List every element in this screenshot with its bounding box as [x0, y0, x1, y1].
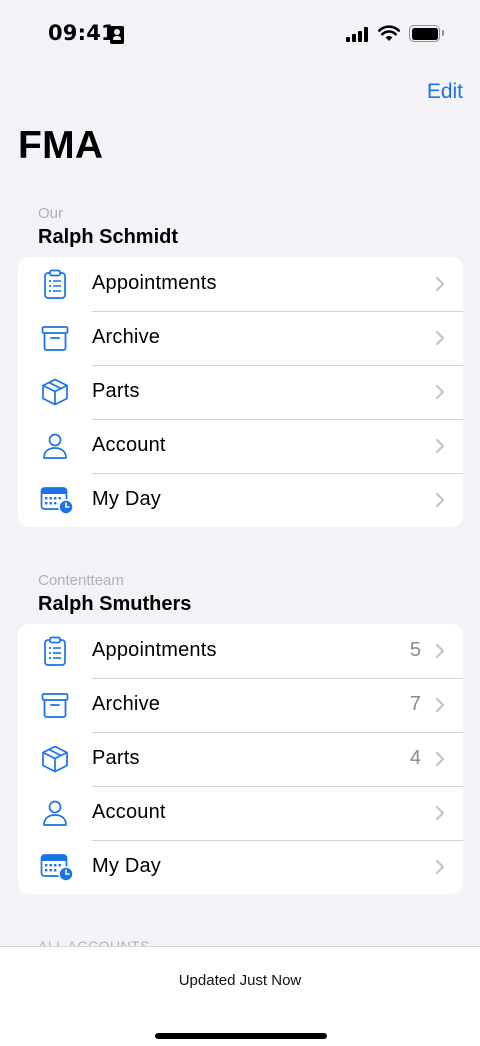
menu-row-parts[interactable]: Parts 4 [18, 732, 463, 786]
person-badge-icon [110, 26, 124, 44]
row-label: Archive [92, 326, 161, 348]
person-icon [40, 798, 70, 828]
bottom-toolbar: Updated Just Now [0, 946, 480, 1046]
chevron-right-icon [435, 438, 445, 454]
section-title: Ralph Smuthers [38, 593, 192, 615]
calendar-clock-icon [40, 485, 74, 515]
row-count: 4 [409, 747, 421, 769]
row-label: My Day [92, 488, 161, 510]
row-label: Account [92, 801, 166, 823]
page-title: FMA [18, 124, 104, 167]
clipboard-list-icon [40, 636, 70, 666]
account-menu-card: Appointments 5 Archive 7 Parts 4 Account… [18, 624, 463, 894]
row-label: Appointments [92, 272, 217, 294]
clipboard-list-icon [40, 269, 70, 299]
chevron-right-icon [435, 330, 445, 346]
menu-row-my-day[interactable]: My Day [18, 473, 463, 527]
row-label: Account [92, 434, 166, 456]
battery-icon [409, 25, 444, 42]
package-cube-icon [40, 377, 70, 407]
archive-box-icon [40, 323, 70, 353]
menu-row-account[interactable]: Account [18, 419, 463, 473]
account-menu-card: Appointments Archive Parts Account My Da… [18, 257, 463, 527]
chevron-right-icon [435, 697, 445, 713]
chevron-right-icon [435, 492, 445, 508]
wifi-icon [378, 25, 400, 41]
package-cube-icon [40, 744, 70, 774]
section-caption: Contentteam [38, 572, 124, 589]
home-indicator[interactable] [155, 1033, 327, 1039]
row-label: Parts [92, 380, 140, 402]
section-caption: Our [38, 205, 64, 222]
chevron-right-icon [435, 859, 445, 875]
menu-row-appointments[interactable]: Appointments [18, 257, 463, 311]
chevron-right-icon [435, 805, 445, 821]
cellular-signal-icon [346, 27, 370, 42]
row-label: Parts [92, 747, 140, 769]
archive-box-icon [40, 690, 70, 720]
menu-row-archive[interactable]: Archive 7 [18, 678, 463, 732]
edit-button[interactable]: Edit [427, 80, 463, 104]
menu-row-appointments[interactable]: Appointments 5 [18, 624, 463, 678]
chevron-right-icon [435, 384, 445, 400]
calendar-clock-icon [40, 852, 74, 882]
person-icon [40, 431, 70, 461]
menu-row-parts[interactable]: Parts [18, 365, 463, 419]
row-count: 5 [409, 639, 421, 661]
update-status: Updated Just Now [178, 972, 302, 989]
status-time: 09:41 [48, 21, 116, 45]
status-bar: 09:41 [0, 0, 480, 70]
chevron-right-icon [435, 751, 445, 767]
chevron-right-icon [435, 276, 445, 292]
row-label: Appointments [92, 639, 217, 661]
section-title: Ralph Schmidt [38, 226, 179, 248]
row-label: Archive [92, 693, 161, 715]
menu-row-my-day[interactable]: My Day [18, 840, 463, 894]
menu-row-account[interactable]: Account [18, 786, 463, 840]
menu-row-archive[interactable]: Archive [18, 311, 463, 365]
row-label: My Day [92, 855, 161, 877]
row-count: 7 [409, 693, 421, 715]
chevron-right-icon [435, 643, 445, 659]
